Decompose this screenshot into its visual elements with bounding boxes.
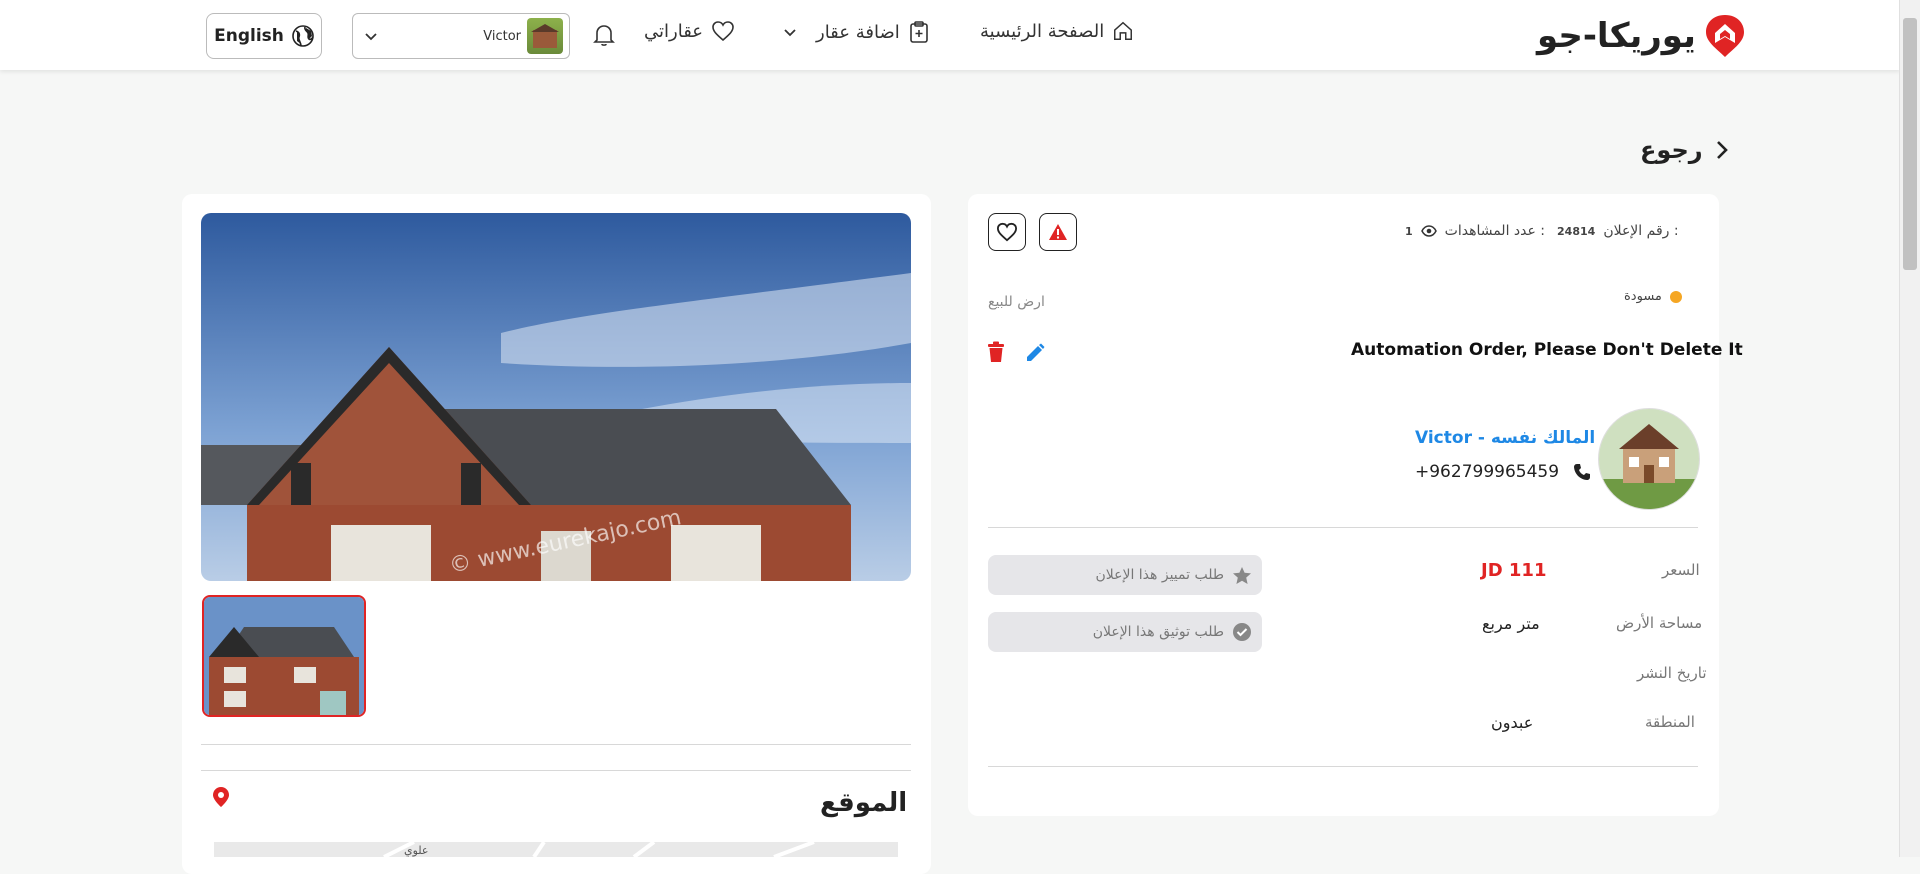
owner-avatar[interactable] [1598, 408, 1700, 510]
divider [201, 744, 911, 745]
thumbnail-photo [204, 597, 364, 715]
nav-my-properties[interactable]: عقاراتي [644, 20, 735, 42]
area-value: متر مربع [1482, 614, 1540, 633]
feature-request-button[interactable]: طلب تمييز هذا الإعلان [988, 555, 1262, 595]
publish-date-label: تاريخ النشر [1637, 664, 1707, 682]
eye-icon [1420, 225, 1437, 237]
price-value: JD 111 [1481, 560, 1547, 581]
check-circle-icon [1233, 623, 1251, 641]
warning-icon [1049, 224, 1067, 240]
nav-add-property[interactable]: اضافة عقار [782, 20, 930, 44]
user-avatar [527, 18, 563, 54]
nav-home[interactable]: الصفحة الرئيسية [980, 20, 1134, 42]
logo-mark-icon [1705, 15, 1744, 57]
status-label: مسودة [1624, 289, 1662, 304]
owner-link[interactable]: Victor - المالك نفسه [1415, 428, 1595, 448]
verify-request-label: طلب توثيق هذا الإعلان [1092, 624, 1224, 640]
language-button[interactable]: English [206, 13, 322, 59]
region-value: عبدون [1491, 713, 1534, 732]
gallery-thumbnail[interactable] [202, 595, 366, 717]
notifications-button[interactable] [592, 22, 616, 52]
phone-icon [1574, 464, 1591, 480]
nav-home-label: الصفحة الرئيسية [980, 20, 1105, 42]
trash-icon[interactable] [987, 341, 1005, 363]
divider [201, 770, 911, 771]
star-icon [1233, 566, 1251, 584]
logo[interactable]: يوريكا-جو [1537, 11, 1746, 61]
divider [988, 527, 1698, 528]
favorite-button[interactable] [988, 213, 1026, 251]
feature-request-label: طلب تمييز هذا الإعلان [1095, 567, 1224, 583]
views-label: عدد المشاهدات : [1444, 223, 1546, 239]
owner-phone[interactable]: +962799965459 [1415, 462, 1591, 482]
chevron-down-icon [365, 33, 377, 41]
user-name: Victor [483, 28, 521, 44]
listing-title: Automation Order, Please Don't Delete It [1351, 340, 1743, 360]
back-button[interactable]: رجوع [1640, 136, 1729, 164]
page-scrollbar[interactable] [1899, 0, 1920, 857]
region-label: المنطقة [1645, 713, 1695, 731]
pencil-icon[interactable] [1025, 343, 1045, 363]
details-card [968, 194, 1719, 816]
globe-icon [292, 25, 314, 47]
top-header: يوريكا-جو الصفحة الرئيسية اضافة عقار عقا… [0, 0, 1900, 70]
map-label: علوي [404, 844, 429, 857]
scrollbar-thumb[interactable] [1903, 18, 1917, 270]
listing-category: ارض للبيع [988, 294, 1045, 310]
heart-icon [996, 222, 1018, 242]
language-label: English [214, 26, 284, 46]
chevron-down-icon [784, 29, 796, 37]
home-icon [1114, 21, 1133, 40]
divider [988, 766, 1698, 767]
price-label: السعر [1662, 561, 1700, 579]
location-map[interactable]: علوي [214, 842, 898, 857]
nav-add-property-label: اضافة عقار [816, 21, 900, 43]
area-label: مساحة الأرض [1616, 614, 1703, 632]
location-title: الموقع [820, 788, 908, 818]
nav-my-properties-label: عقاراتي [644, 20, 704, 42]
logo-text: يوريكا-جو [1537, 16, 1697, 56]
views-count: 1 [1405, 224, 1413, 238]
report-button[interactable] [1039, 213, 1077, 251]
house-photo: © www.eurekajo.com [201, 213, 911, 581]
ad-meta: 1 عدد المشاهدات : 24814 رقم الإعلان : [1405, 223, 1679, 239]
main-property-photo[interactable]: © www.eurekajo.com [201, 213, 911, 581]
phone-number: +962799965459 [1415, 462, 1560, 482]
heart-icon [712, 21, 734, 42]
status-badge: مسودة [1624, 289, 1682, 304]
chevron-right-icon [1716, 141, 1728, 159]
back-label: رجوع [1640, 136, 1703, 164]
ad-number-label: رقم الإعلان : [1603, 223, 1679, 239]
ad-number: 24814 [1557, 224, 1596, 238]
status-dot [1669, 290, 1682, 303]
bell-icon [593, 25, 615, 46]
map-pin-icon[interactable] [212, 786, 230, 808]
verify-request-button[interactable]: طلب توثيق هذا الإعلان [988, 612, 1262, 652]
clipboard-plus-icon [909, 21, 928, 43]
user-dropdown[interactable]: Victor [352, 13, 570, 59]
